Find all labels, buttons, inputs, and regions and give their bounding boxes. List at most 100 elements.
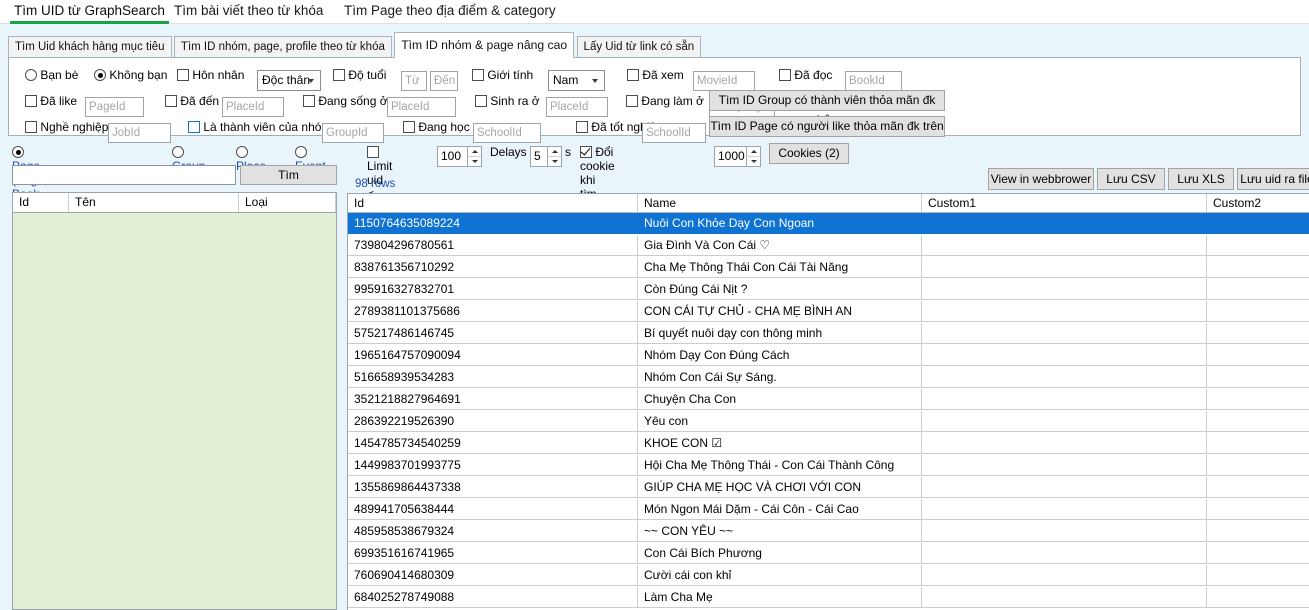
view-in-webbrowser-button[interactable]: View in webbrower [988, 168, 1094, 190]
cell-custom2[interactable] [1207, 433, 1309, 454]
cell-id[interactable]: 485958538679324 [348, 521, 638, 542]
left-results-grid[interactable]: Id Tên Loại [12, 192, 337, 610]
table-row[interactable]: 516658939534283 Nhóm Con Cái Sự Sáng. [348, 367, 1309, 389]
save-xls-button[interactable]: Lưu XLS [1168, 168, 1234, 190]
cell-custom1[interactable] [922, 587, 1207, 608]
age-from-input[interactable]: Từ [401, 64, 427, 91]
limit-uid-stepper[interactable]: 100 [437, 144, 482, 167]
cell-custom2[interactable] [1207, 389, 1309, 410]
cell-custom1[interactable] [922, 477, 1207, 498]
cell-id[interactable]: 699351616741965 [348, 543, 638, 564]
find-button[interactable]: Tìm [240, 165, 337, 185]
cell-id[interactable]: 1355869864437338 [348, 477, 638, 498]
cell-custom1[interactable] [922, 235, 1207, 256]
table-row[interactable]: 489941705638444 Món Ngon Mái Dặm - Cái Cô… [348, 499, 1309, 521]
cell-custom1[interactable] [922, 279, 1207, 300]
cell-custom1[interactable] [922, 257, 1207, 278]
cell-id[interactable]: 1965164757090094 [348, 345, 638, 366]
left-col-type[interactable]: Loại [239, 193, 336, 212]
visited-place-id-input[interactable]: PlaceId [222, 90, 284, 117]
cell-id[interactable]: 516658939534283 [348, 367, 638, 388]
gender-select[interactable]: Nam [548, 64, 605, 91]
cell-custom2[interactable] [1207, 587, 1309, 608]
find-group-button[interactable]: Tìm ID Group có thành viên thỏa mãn đk t… [709, 90, 945, 126]
cell-id[interactable]: 760690414680309 [348, 565, 638, 586]
filter-friend[interactable]: Bạn bè [25, 64, 78, 86]
table-row[interactable]: 286392219526390 Yêu con [348, 411, 1309, 433]
table-row[interactable]: 1150764635089224 Nuôi Con Khỏe Dạy Con Ng… [348, 213, 1309, 235]
filter-living[interactable]: Đang sống ở [303, 90, 388, 112]
cell-name[interactable]: ~~ CON YÊU ~~ [638, 521, 922, 542]
book-id-input[interactable]: BookId [845, 64, 902, 91]
delays-stepper[interactable]: 5 [530, 144, 562, 167]
age-to-input[interactable]: Đến [430, 64, 458, 91]
cell-custom1[interactable] [922, 543, 1207, 564]
search-input[interactable] [12, 165, 236, 185]
table-row[interactable]: 1454785734540259 KHOE CON ☑ [348, 433, 1309, 455]
cell-custom1[interactable] [922, 213, 1207, 234]
stepper-down-icon[interactable] [746, 156, 760, 166]
cell-custom2[interactable] [1207, 543, 1309, 564]
cell-name[interactable]: Hội Cha Mẹ Thông Thái - Con Cái Thành Cô… [638, 455, 922, 476]
filter-read[interactable]: Đã đọc [779, 64, 832, 86]
table-row[interactable]: 3521218827964691 Chuyện Cha Con [348, 389, 1309, 411]
filter-visited[interactable]: Đã đến [165, 90, 219, 112]
cell-id[interactable]: 286392219526390 [348, 411, 638, 432]
table-row[interactable]: 1965164757090094 Nhóm Dạy Con Đúng Cách [348, 345, 1309, 367]
cell-name[interactable]: Nhóm Dạy Con Đúng Cách [638, 345, 922, 366]
cell-custom2[interactable] [1207, 279, 1309, 300]
table-row[interactable]: 838761356710292 Cha Mẹ Thông Thái Con Cái… [348, 257, 1309, 279]
save-uid-file-button[interactable]: Lưu uid ra file [1237, 168, 1309, 190]
cookies-button[interactable]: Cookies (2) [769, 143, 849, 164]
cell-custom1[interactable] [922, 433, 1207, 454]
filter-nonfriend[interactable]: Không bạn [94, 64, 167, 86]
living-place-id-input[interactable]: PlaceId [387, 90, 456, 117]
cell-name[interactable]: Bí quyết nuôi dạy con thông minh [638, 323, 922, 344]
stepper-up-icon[interactable] [547, 147, 561, 157]
col-header-id[interactable]: Id [348, 194, 638, 212]
cell-custom1[interactable] [922, 367, 1207, 388]
cell-id[interactable]: 489941705638444 [348, 499, 638, 520]
top-tab-posts[interactable]: Tìm bài viết theo từ khóa [168, 0, 329, 24]
cell-custom2[interactable] [1207, 411, 1309, 432]
stepper-up-icon[interactable] [467, 147, 481, 157]
tab-advanced-group-page[interactable]: Tìm ID nhóm & page nâng cao [394, 32, 575, 58]
table-row[interactable]: 575217486146745 Bí quyết nuôi dạy con thô… [348, 323, 1309, 345]
cell-id[interactable]: 838761356710292 [348, 257, 638, 278]
cell-name[interactable]: Con Cái Bích Phương [638, 543, 922, 564]
cell-name[interactable]: Nuôi Con Khỏe Dạy Con Ngoan [638, 213, 922, 234]
cell-custom2[interactable] [1207, 257, 1309, 278]
cell-custom2[interactable] [1207, 235, 1309, 256]
cell-name[interactable]: Còn Đúng Cái Nịt ? [638, 279, 922, 300]
stepper-up-icon[interactable] [746, 147, 760, 157]
cell-id[interactable]: 995916327832701 [348, 279, 638, 300]
filter-member-of-group[interactable]: Là thành viên của nhóm [188, 116, 331, 138]
cell-id[interactable]: 1449983701993775 [348, 455, 638, 476]
cell-custom2[interactable] [1207, 213, 1309, 234]
cell-name[interactable]: Gia Đình Và Con Cái ♡ [638, 235, 922, 256]
bornin-place-id-input[interactable]: PlaceId [546, 90, 608, 117]
filter-marital[interactable]: Hôn nhân [177, 64, 244, 86]
left-col-id[interactable]: Id [13, 193, 69, 212]
table-row[interactable]: 739804296780561 Gia Đình Và Con Cái ♡ [348, 235, 1309, 257]
table-row[interactable]: 684025278749088 Làm Cha Mẹ [348, 587, 1309, 609]
cell-custom1[interactable] [922, 301, 1207, 322]
top-tab-graphsearch[interactable]: Tìm UID từ GraphSearch [8, 0, 171, 24]
filter-working[interactable]: Đang làm ở [626, 90, 704, 112]
col-header-custom1[interactable]: Custom1 [922, 194, 1207, 212]
cell-custom2[interactable] [1207, 367, 1309, 388]
filter-watched[interactable]: Đã xem [627, 64, 684, 86]
cell-name[interactable]: CON CÁI TỰ CHỦ - CHA MẸ BÌNH AN [638, 301, 922, 322]
cell-name[interactable]: Món Ngon Mái Dặm - Cái Côn - Cái Cao [638, 499, 922, 520]
cell-name[interactable]: Cha Mẹ Thông Thái Con Cái Tài Năng [638, 257, 922, 278]
cell-name[interactable]: GIÚP CHA MẸ HỌC VÀ CHƠI VỚI CON [638, 477, 922, 498]
graduated-school-id-input[interactable]: SchoolId [642, 116, 706, 143]
stepper-down-icon[interactable] [467, 156, 481, 166]
table-row[interactable]: 699351616741965 Con Cái Bích Phương [348, 543, 1309, 565]
tab-target-uid[interactable]: Tìm Uid khách hàng mục tiêu [8, 36, 172, 58]
tab-keyword-id[interactable]: Tìm ID nhóm, page, profile theo từ khóa [173, 36, 392, 58]
page-id-input[interactable]: PageId [85, 90, 144, 117]
cell-id[interactable]: 3521218827964691 [348, 389, 638, 410]
cell-custom1[interactable] [922, 345, 1207, 366]
top-tab-pages[interactable]: Tìm Page theo địa điểm & category [338, 0, 562, 24]
